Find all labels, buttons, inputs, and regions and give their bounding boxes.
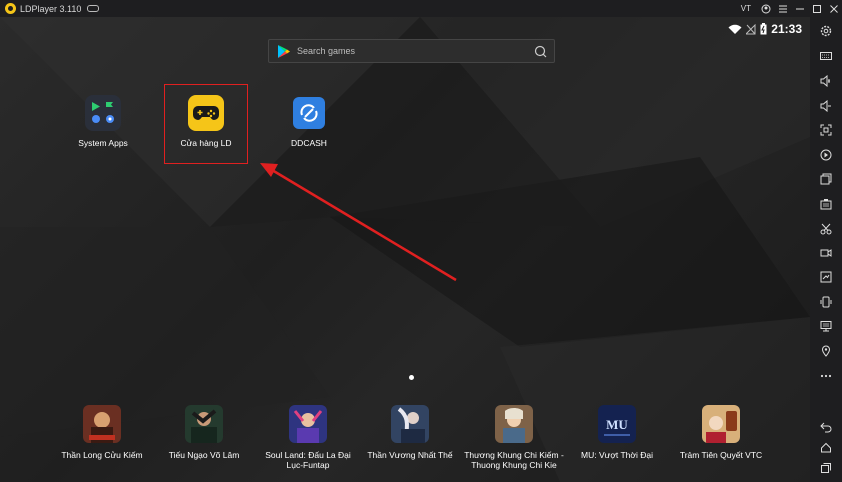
minimize-icon[interactable] <box>791 0 808 17</box>
dock-app[interactable]: Thần Long Cửu Kiếm <box>52 405 152 460</box>
keyboard-icon[interactable] <box>810 46 842 66</box>
location-icon[interactable] <box>810 341 842 361</box>
dock-app-label: Thương Khung Chi Kiếm - Thuong Khung Chi… <box>464 450 564 470</box>
fullscreen-icon[interactable] <box>810 120 842 140</box>
settings-icon[interactable] <box>810 21 842 41</box>
dock-app-label: Tiếu Ngạo Võ Lâm <box>168 450 240 460</box>
multi-instance-icon[interactable] <box>810 169 842 189</box>
window-title: LDPlayer 3.110 <box>20 3 82 14</box>
dock-app[interactable]: Tiếu Ngạo Võ Lâm <box>154 405 254 460</box>
cut-icon[interactable] <box>810 219 842 239</box>
record-icon[interactable] <box>810 243 842 263</box>
android-screen: 21:33 Search games System Apps Cửa hàng … <box>0 17 810 482</box>
dock-app-label: Trảm Tiên Quyết VTC <box>679 450 763 460</box>
dock-app-label: MU: Vượt Thời Đại <box>581 450 653 460</box>
screenshot-icon[interactable] <box>810 194 842 214</box>
emulator-toolbar <box>810 17 842 482</box>
game-icon <box>185 405 223 443</box>
more-icon[interactable] <box>810 366 842 386</box>
game-icon <box>495 405 533 443</box>
dock-app[interactable]: Trảm Tiên Quyết VTC <box>671 405 771 460</box>
game-icon: MU <box>598 405 636 443</box>
install-apk-icon[interactable] <box>810 145 842 165</box>
gamepad-icon[interactable] <box>87 5 100 12</box>
game-icon <box>702 405 740 443</box>
game-icon <box>289 405 327 443</box>
svg-text:MU: MU <box>606 417 628 432</box>
menu-icon[interactable] <box>774 0 791 17</box>
game-icon <box>391 405 429 443</box>
volume-down-icon[interactable] <box>810 96 842 116</box>
rotate-icon[interactable] <box>810 292 842 312</box>
back-icon[interactable] <box>810 417 842 437</box>
title-bar: LDPlayer 3.110 VT <box>0 0 842 17</box>
maximize-icon[interactable] <box>808 0 825 17</box>
recents-icon[interactable] <box>810 458 842 478</box>
dock-app-label: Thần Vương Nhất Thế <box>367 450 453 460</box>
dock-app[interactable]: Thần Vương Nhất Thế <box>360 405 460 460</box>
dock-app[interactable]: Soul Land: Đấu La Đại Lục-Funtap <box>258 405 358 470</box>
sync-icon[interactable] <box>810 267 842 287</box>
dock-app-label: Soul Land: Đấu La Đại Lục-Funtap <box>265 450 351 470</box>
dock-app-label: Thần Long Cửu Kiếm <box>61 450 143 460</box>
page-indicator <box>409 375 414 380</box>
home-icon[interactable] <box>810 437 842 457</box>
game-icon <box>83 405 121 443</box>
account-icon[interactable] <box>757 0 774 17</box>
vt-badge: VT <box>740 4 751 13</box>
dock-app[interactable]: Thương Khung Chi Kiếm - Thuong Khung Chi… <box>464 405 564 470</box>
close-icon[interactable] <box>825 0 842 17</box>
dock-app[interactable]: MU MU: Vượt Thời Đại <box>567 405 667 460</box>
ldplayer-logo-icon <box>5 3 16 14</box>
monitor-icon[interactable] <box>810 316 842 336</box>
volume-up-icon[interactable] <box>810 71 842 91</box>
